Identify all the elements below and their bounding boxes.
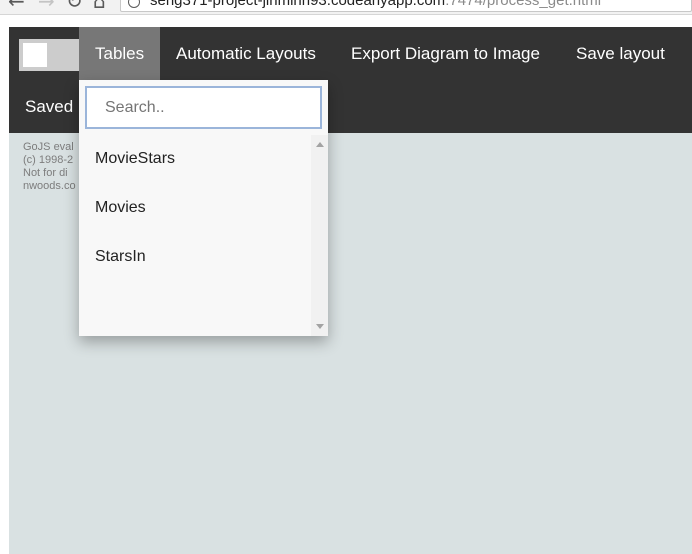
search-input[interactable]	[85, 86, 322, 129]
url-text[interactable]: seng371-project-jinminn93.codeanyapp.com…	[150, 0, 601, 9]
gojs-watermark: GoJS eval (c) 1998-2 Not for di nwoods.c…	[23, 141, 76, 193]
table-list: MovieStars Movies StarsIn	[79, 135, 328, 336]
url-path: :7474/process_get.html	[445, 0, 602, 9]
reload-icon[interactable]: ↻	[66, 0, 83, 11]
list-item[interactable]: MovieStars	[95, 150, 175, 168]
home-icon[interactable]: ⌂	[93, 0, 106, 11]
nav-save-layout[interactable]: Save layout	[560, 27, 681, 80]
url-host: seng371-project-jinminn93.codeanyapp.com	[150, 0, 446, 9]
scrollbar[interactable]	[311, 135, 328, 336]
forward-arrow-icon[interactable]: →	[38, 0, 55, 11]
page-canvas: Tables Automatic Layouts Export Diagram …	[9, 27, 692, 554]
address-bar[interactable]: seng371-project-jinminn93.codeanyapp.com…	[120, 0, 692, 12]
info-icon[interactable]	[128, 0, 140, 8]
browser-toolbar: ← → ↻ ⌂ seng371-project-jinminn93.codean…	[0, 0, 692, 15]
back-arrow-icon[interactable]: ←	[8, 0, 25, 11]
scroll-up-icon[interactable]	[316, 142, 324, 147]
nav-automatic-layouts[interactable]: Automatic Layouts	[160, 27, 332, 80]
list-item[interactable]: StarsIn	[95, 248, 146, 266]
toggle-switch[interactable]	[19, 39, 79, 71]
toggle-knob	[23, 43, 47, 67]
watermark-line: (c) 1998-2	[23, 154, 74, 166]
nav-tables[interactable]: Tables	[79, 27, 160, 80]
watermark-line: GoJS eval	[23, 141, 74, 153]
scroll-down-icon[interactable]	[316, 324, 324, 329]
list-item[interactable]: Movies	[95, 199, 146, 217]
tables-dropdown: MovieStars Movies StarsIn	[79, 80, 328, 336]
watermark-line: Not for di	[23, 167, 68, 179]
watermark-line: nwoods.co	[23, 180, 76, 192]
nav-export-diagram[interactable]: Export Diagram to Image	[335, 27, 556, 80]
